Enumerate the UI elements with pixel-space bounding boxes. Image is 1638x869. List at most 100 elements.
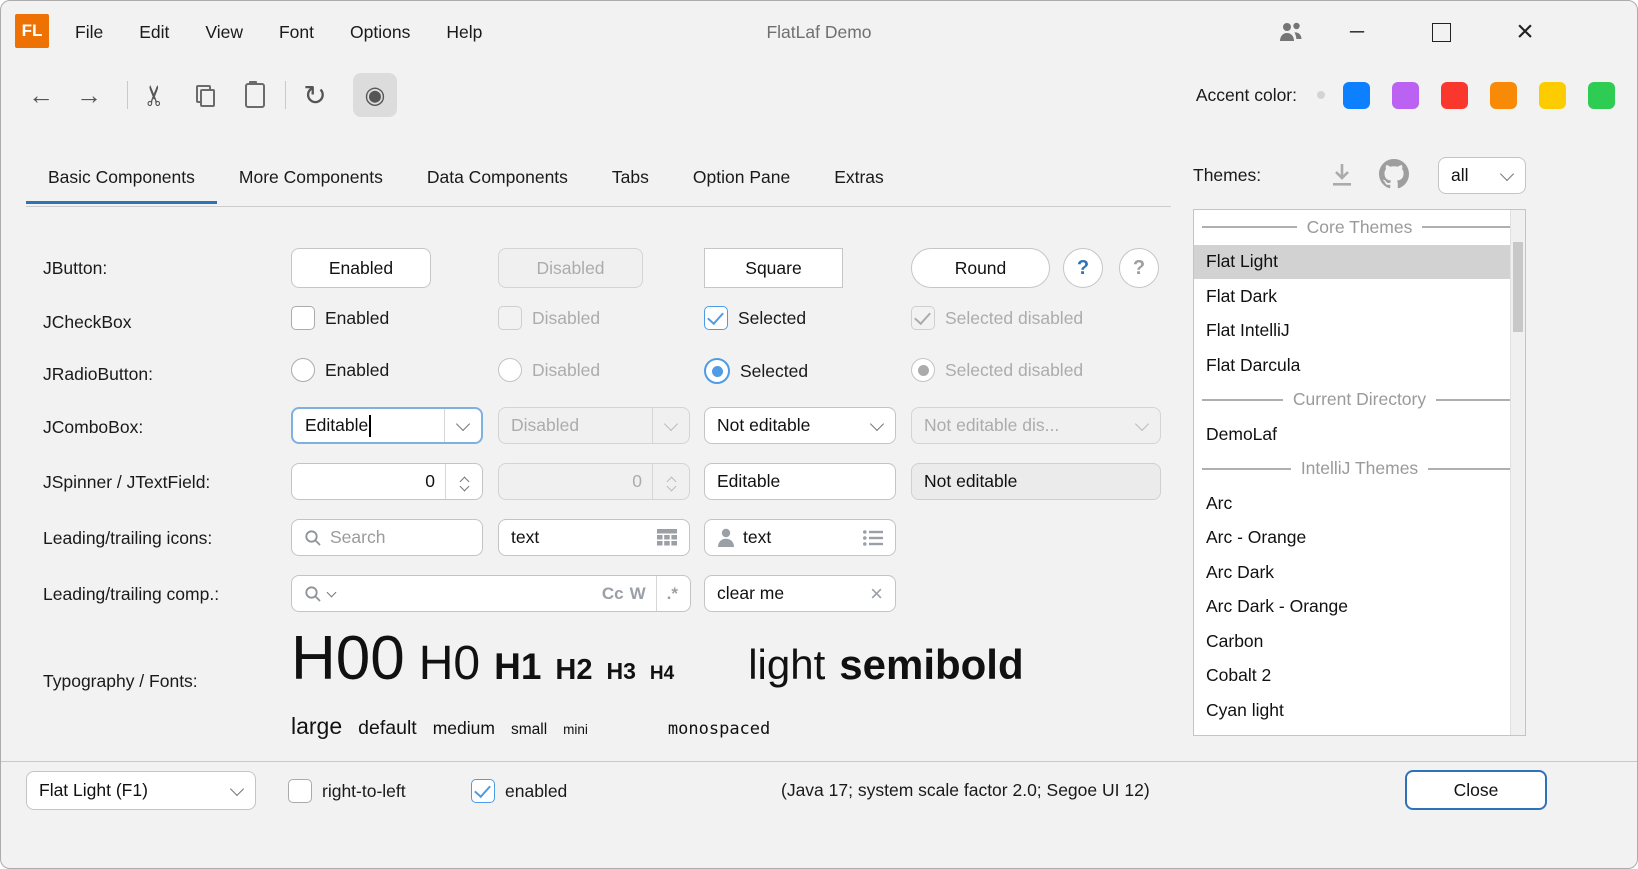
radio-selected[interactable]: Selected xyxy=(704,358,808,384)
enabled-checkbox[interactable]: enabled xyxy=(471,779,567,803)
theme-item-dark-flat[interactable]: Dark Flat xyxy=(1194,728,1525,737)
radio-enabled[interactable]: Enabled xyxy=(291,358,389,382)
tab-tabs[interactable]: Tabs xyxy=(590,153,671,204)
tab-basic-components[interactable]: Basic Components xyxy=(26,153,217,204)
round-button[interactable]: Round xyxy=(911,248,1050,288)
maximize-button[interactable] xyxy=(1409,1,1473,63)
menu-file[interactable]: File xyxy=(75,22,103,43)
not-editable-textfield: Not editable xyxy=(911,463,1161,500)
theme-item-flat-light[interactable]: Flat Light xyxy=(1194,245,1525,280)
search-with-options-field[interactable]: Cc W .* xyxy=(291,575,691,612)
chevron-down-icon[interactable] xyxy=(1489,158,1525,193)
theme-item-flat-darcula[interactable]: Flat Darcula xyxy=(1194,348,1525,383)
accent-swatch-purple[interactable] xyxy=(1392,82,1419,109)
radio-disabled: Disabled xyxy=(498,358,600,382)
menu-font[interactable]: Font xyxy=(279,22,314,43)
theme-item-arc[interactable]: Arc xyxy=(1194,486,1525,521)
text-field-calendar[interactable]: text xyxy=(498,519,690,556)
cut-icon: ✂ xyxy=(139,83,172,106)
scrollbar-track[interactable] xyxy=(1510,210,1525,735)
search-placeholder: Search xyxy=(330,527,385,548)
chevron-down-icon[interactable] xyxy=(327,588,337,598)
square-button[interactable]: Square xyxy=(704,248,843,288)
tab-data-components[interactable]: Data Components xyxy=(405,153,590,204)
chevron-down-icon[interactable] xyxy=(445,409,481,442)
checkbox-selected-disabled: Selected disabled xyxy=(911,306,1083,330)
paste-button[interactable] xyxy=(233,73,277,117)
spinner[interactable]: 0 xyxy=(291,463,483,500)
accent-swatch-red[interactable] xyxy=(1441,82,1468,109)
tab-underline xyxy=(26,206,1171,207)
accent-swatch-default[interactable] xyxy=(1317,91,1325,99)
whole-word-button[interactable]: W xyxy=(630,584,646,604)
refresh-button[interactable]: ↻ xyxy=(293,73,337,117)
enabled-button[interactable]: Enabled xyxy=(291,248,431,288)
text-caret xyxy=(369,415,371,437)
themes-filter-combobox[interactable]: all xyxy=(1438,157,1526,194)
right-to-left-checkbox[interactable]: right-to-left xyxy=(288,779,406,803)
github-link[interactable] xyxy=(1379,159,1409,189)
theme-item-flat-dark[interactable]: Flat Dark xyxy=(1194,279,1525,314)
radio-selected-icon xyxy=(704,358,730,384)
clear-icon[interactable]: × xyxy=(870,581,883,607)
menu-view[interactable]: View xyxy=(205,22,243,43)
checkbox-enabled[interactable]: Enabled xyxy=(291,306,389,330)
match-case-button[interactable]: Cc xyxy=(602,584,624,604)
jbutton-label: JButton: xyxy=(43,258,107,279)
search-field[interactable]: Search xyxy=(291,519,483,556)
minimize-button[interactable]: ─ xyxy=(1325,1,1389,63)
default-sample: default xyxy=(358,717,417,740)
back-button[interactable]: ← xyxy=(21,73,61,117)
chevron-down-icon xyxy=(653,408,689,443)
accent-swatch-orange[interactable] xyxy=(1490,82,1517,109)
theme-separator: Current Directory xyxy=(1194,383,1525,418)
theme-item-carbon[interactable]: Carbon xyxy=(1194,624,1525,659)
menu-edit[interactable]: Edit xyxy=(139,22,169,43)
regex-button[interactable]: .* xyxy=(667,584,678,604)
accent-swatch-yellow[interactable] xyxy=(1539,82,1566,109)
statusbar-separator xyxy=(1,761,1638,762)
close-window-button[interactable]: × xyxy=(1493,1,1557,63)
mini-sample: mini xyxy=(563,722,588,737)
spinner-buttons[interactable] xyxy=(446,464,482,499)
theme-item-cyan-light[interactable]: Cyan light xyxy=(1194,693,1525,728)
tab-extras[interactable]: Extras xyxy=(812,153,906,204)
tab-option-pane[interactable]: Option Pane xyxy=(671,153,812,204)
show-hidden-toggle-button[interactable]: ◉ xyxy=(353,73,397,117)
download-theme-button[interactable] xyxy=(1329,163,1355,187)
not-editable-combobox[interactable]: Not editable xyxy=(704,407,896,444)
accent-swatch-green[interactable] xyxy=(1588,82,1615,109)
theme-item-arc-dark-orange[interactable]: Arc Dark - Orange xyxy=(1194,590,1525,625)
theme-item-arc-dark[interactable]: Arc Dark xyxy=(1194,555,1525,590)
text-field-user[interactable]: text xyxy=(704,519,896,556)
help-button[interactable]: ? xyxy=(1063,248,1103,288)
refresh-icon: ↻ xyxy=(303,79,326,112)
tab-more-components[interactable]: More Components xyxy=(217,153,405,204)
users-icon[interactable] xyxy=(1259,1,1323,63)
editable-combobox[interactable]: Editable xyxy=(291,407,483,444)
accent-swatch-blue[interactable] xyxy=(1343,82,1370,109)
laf-combobox[interactable]: Flat Light (F1) xyxy=(26,771,256,810)
chevron-down-icon[interactable] xyxy=(219,772,255,809)
semibold-sample: semibold xyxy=(839,641,1023,689)
theme-item-cobalt-2[interactable]: Cobalt 2 xyxy=(1194,659,1525,694)
h3-sample: H3 xyxy=(607,658,636,685)
checkbox-disabled: Disabled xyxy=(498,306,600,330)
forward-button[interactable]: → xyxy=(69,73,109,117)
menu-options[interactable]: Options xyxy=(350,22,410,43)
theme-item-demolaf[interactable]: DemoLaf xyxy=(1194,417,1525,452)
monospaced-sample: monospaced xyxy=(668,719,770,739)
theme-item-flat-intellij[interactable]: Flat IntelliJ xyxy=(1194,314,1525,349)
close-button[interactable]: Close xyxy=(1405,770,1547,810)
menu-help[interactable]: Help xyxy=(446,22,482,43)
copy-icon xyxy=(196,85,214,105)
user-icon xyxy=(717,528,735,547)
chevron-down-icon[interactable] xyxy=(859,408,895,443)
scrollbar-thumb[interactable] xyxy=(1513,242,1523,332)
clearable-field[interactable]: clear me × xyxy=(704,575,896,612)
cut-button[interactable]: ✂ xyxy=(133,73,177,117)
editable-textfield[interactable]: Editable xyxy=(704,463,896,500)
copy-button[interactable] xyxy=(183,73,227,117)
theme-item-arc-orange[interactable]: Arc - Orange xyxy=(1194,521,1525,556)
checkbox-selected[interactable]: Selected xyxy=(704,306,806,330)
